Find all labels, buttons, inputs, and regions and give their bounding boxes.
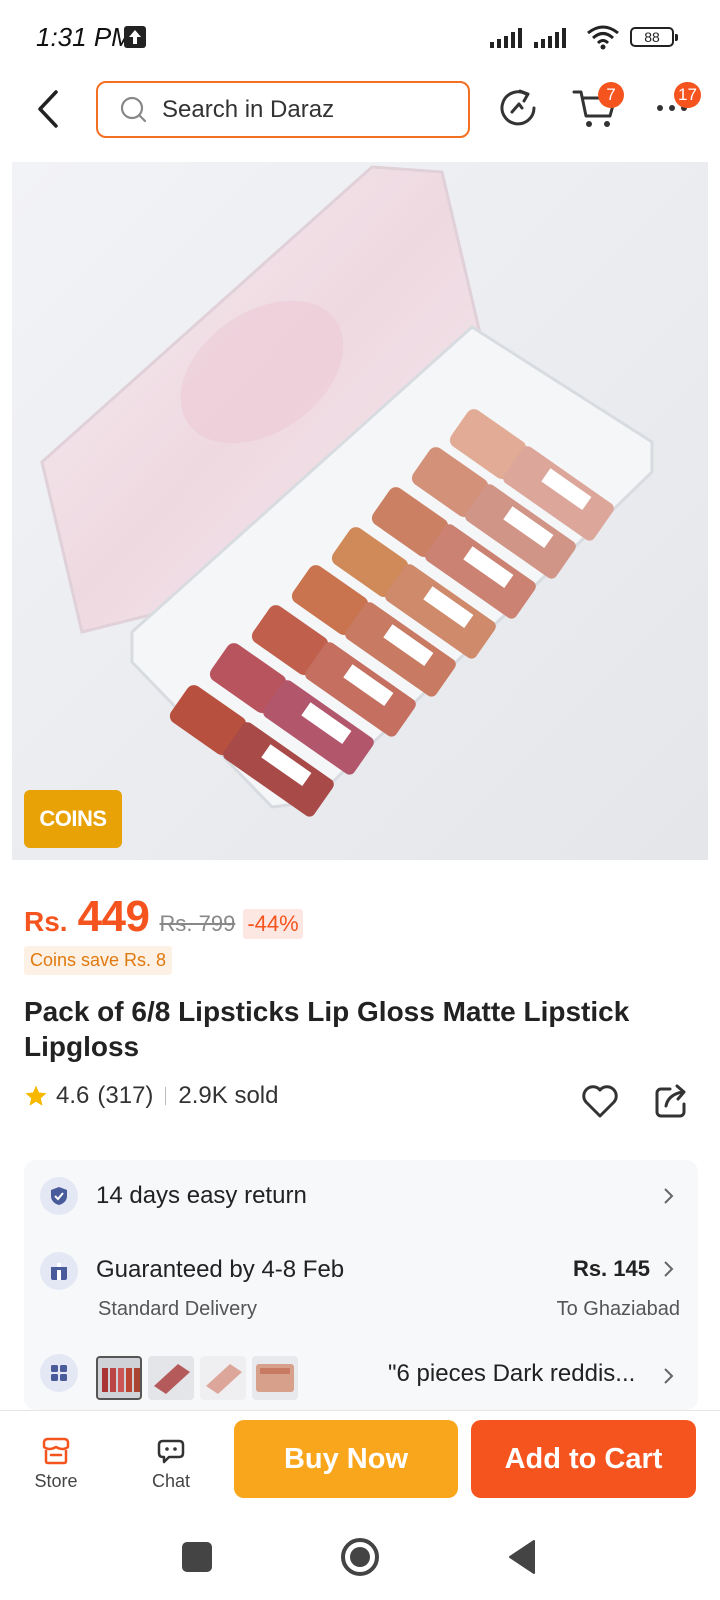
- signal-icon-2: [534, 28, 566, 48]
- store-button[interactable]: Store: [21, 1437, 91, 1492]
- variants-icon: [40, 1354, 78, 1392]
- coins-save-label: Coins save Rs. 8: [24, 946, 173, 975]
- add-to-cart-button[interactable]: Add to Cart: [471, 1420, 696, 1498]
- price-row: Rs. 449 Rs. 799 -44%: [24, 892, 303, 942]
- divider: [165, 1087, 167, 1105]
- product-image[interactable]: COINS: [12, 162, 708, 860]
- system-back-button[interactable]: [506, 1537, 538, 1577]
- variant-thumbnails: [96, 1356, 298, 1400]
- coins-tag: COINS: [24, 790, 122, 848]
- home-button[interactable]: [340, 1537, 380, 1577]
- price-value: 449: [77, 892, 150, 941]
- wifi-icon: [587, 25, 619, 50]
- buy-now-button[interactable]: Buy Now: [234, 1420, 458, 1498]
- history-icon[interactable]: [496, 86, 540, 130]
- search-input[interactable]: [162, 95, 462, 124]
- chevron-right-icon: [664, 1261, 674, 1277]
- recents-button[interactable]: [182, 1542, 212, 1572]
- delivery-location: To Ghaziabad: [556, 1298, 680, 1320]
- variant-thumb[interactable]: [252, 1356, 298, 1400]
- chat-icon: [157, 1439, 185, 1464]
- variant-thumb[interactable]: [200, 1356, 246, 1400]
- service-card: 14 days easy return Guaranteed by 4-8 Fe…: [24, 1160, 698, 1410]
- signal-icon: [490, 28, 522, 48]
- chevron-right-icon: [664, 1188, 674, 1204]
- sold-count: 2.9K sold: [178, 1082, 279, 1109]
- system-nav-bar: [0, 1515, 720, 1600]
- status-bar: 1:31 PM 88: [0, 0, 720, 72]
- heart-icon[interactable]: [580, 1081, 620, 1121]
- variant-thumb[interactable]: [96, 1356, 142, 1400]
- chevron-right-icon: [664, 1368, 674, 1384]
- delivery-row[interactable]: Guaranteed by 4-8 Feb Standard Delivery …: [24, 1232, 698, 1342]
- cart-count-badge: 7: [598, 82, 624, 108]
- discount-badge: -44%: [243, 909, 303, 939]
- variant-thumb[interactable]: [148, 1356, 194, 1400]
- rating-value: 4.6: [56, 1082, 90, 1109]
- more-button[interactable]: 17: [652, 82, 701, 122]
- share-icon[interactable]: [652, 1082, 690, 1120]
- upload-icon: [124, 26, 146, 48]
- original-price: Rs. 799: [159, 911, 236, 936]
- delivery-fee: Rs. 145: [572, 1256, 650, 1281]
- status-time: 1:31 PM: [36, 22, 133, 52]
- return-policy-row[interactable]: 14 days easy return: [24, 1160, 698, 1232]
- review-count: (317): [97, 1082, 154, 1109]
- rating-row[interactable]: 4.6 (317) 2.9K sold: [24, 1082, 278, 1110]
- cart-button[interactable]: 7: [572, 82, 624, 132]
- back-icon[interactable]: [30, 84, 70, 134]
- shield-check-icon: [40, 1177, 78, 1215]
- chat-button[interactable]: Chat: [136, 1437, 206, 1492]
- store-icon: [42, 1437, 70, 1465]
- delivery-icon: [40, 1252, 78, 1290]
- delivery-text: Guaranteed by 4-8 Feb: [96, 1256, 345, 1283]
- product-photo: [12, 162, 708, 860]
- battery-indicator: 88: [630, 27, 678, 47]
- product-title: Pack of 6/8 Lipsticks Lip Gloss Matte Li…: [24, 996, 630, 1062]
- search-box[interactable]: [96, 81, 470, 138]
- price-currency: Rs.: [24, 906, 68, 937]
- chat-label: Chat: [151, 1471, 191, 1491]
- bottom-action-bar: Store Chat Buy Now Add to Cart: [0, 1410, 720, 1515]
- delivery-sub: Standard Delivery: [98, 1298, 257, 1320]
- header: 7 17: [0, 72, 720, 162]
- store-label: Store: [34, 1471, 78, 1491]
- return-text: 14 days easy return: [96, 1182, 307, 1209]
- search-icon: [120, 96, 147, 122]
- notification-badge: 17: [674, 82, 701, 108]
- star-icon: [25, 1085, 47, 1106]
- variant-text: "6 pieces Dark reddis...: [388, 1360, 636, 1387]
